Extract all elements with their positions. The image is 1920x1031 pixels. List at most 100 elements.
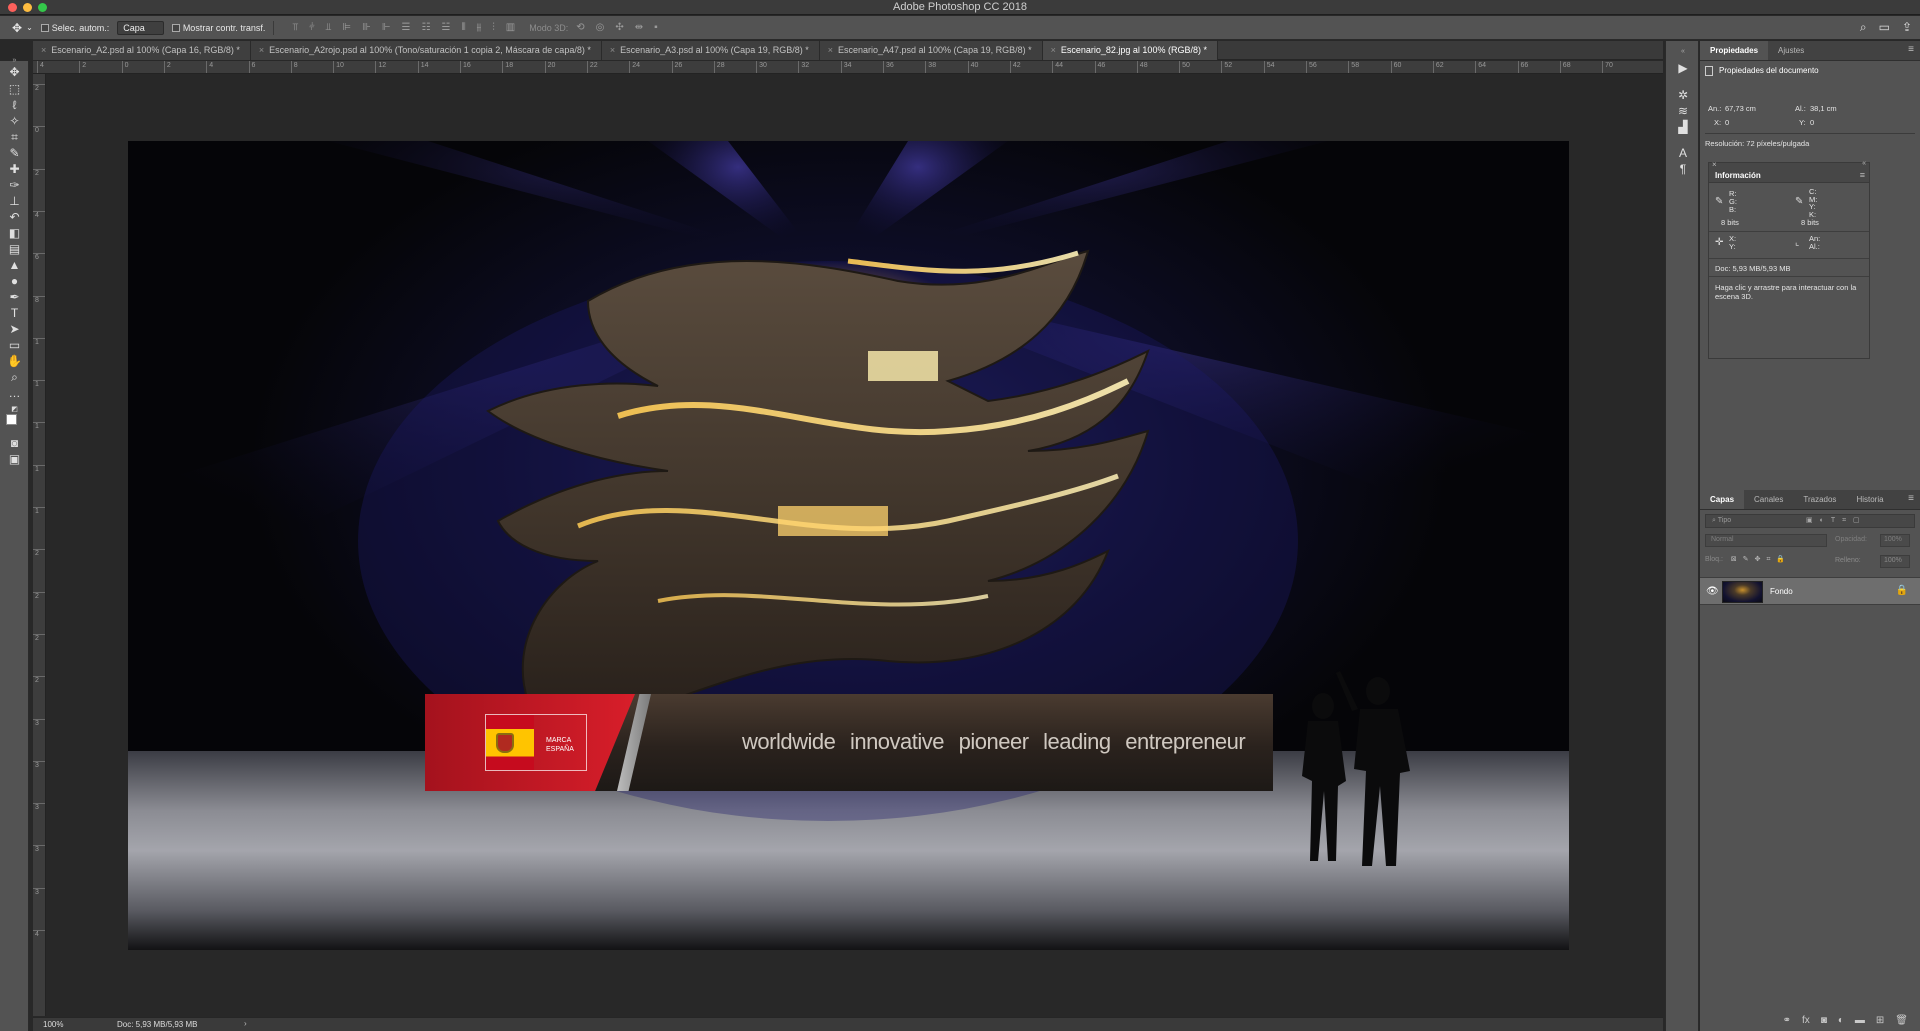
tab-escenario-a2rojo[interactable]: × Escenario_A2rojo.psd al 100% (Tono/satu… (250, 41, 602, 60)
foreground-color-swatch[interactable] (6, 414, 17, 425)
more-tools-icon[interactable]: … (7, 386, 22, 401)
close-tab-icon[interactable]: × (41, 45, 46, 55)
align-vcenter-icon[interactable]: ⫩ (309, 22, 315, 33)
blur-tool-icon[interactable]: ▲ (7, 258, 22, 273)
tab-historia[interactable]: Historia (1846, 490, 1893, 509)
tab-ajustes[interactable]: Ajustes (1768, 41, 1814, 60)
distribute-top-icon[interactable]: ☰ (402, 22, 411, 33)
tab-escenario-a2[interactable]: × Escenario_A2.psd al 100% (Capa 16, RGB/… (33, 41, 251, 60)
auto-select-checkbox[interactable]: Selec. autom.: (40, 23, 109, 33)
zoom-tool-icon[interactable]: ⌕ (7, 370, 22, 385)
show-transform-checkbox[interactable]: Mostrar contr. transf. (171, 23, 265, 33)
y-value[interactable]: 0 (1810, 118, 1814, 127)
play-actions-icon[interactable]: ▶ (1675, 61, 1691, 75)
auto-select-target-dropdown[interactable]: Capa (117, 20, 164, 35)
layer-row[interactable]: 👁 Fondo 🔒 (1700, 577, 1920, 605)
roll-3d-icon[interactable]: ◎ (596, 22, 605, 33)
x-value[interactable]: 0 (1725, 118, 1729, 127)
orbit-3d-icon[interactable]: ⟲ (576, 22, 584, 33)
distribute-right-icon[interactable]: ⫶ (492, 22, 495, 33)
visibility-eye-icon[interactable]: 👁 (1706, 586, 1719, 597)
auto-align-icon[interactable]: ▥ (506, 22, 515, 33)
filter-icons[interactable]: ▣◐T⌗▢ (1806, 516, 1867, 525)
canvas-area[interactable]: MARCA ESPAÑA worldwide innovative pionee… (47, 75, 1663, 1017)
gradient-tool-icon[interactable]: ▤ (7, 242, 22, 257)
slide-3d-icon[interactable]: ⇹ (635, 22, 643, 33)
panel-menu-icon[interactable]: ≡ (1860, 170, 1865, 180)
clone-stamp-tool-icon[interactable]: ⊥ (7, 194, 22, 209)
eyedropper-tool-icon[interactable]: ✎ (7, 146, 22, 161)
close-tab-icon[interactable]: × (259, 45, 264, 55)
adjustment-layer-icon[interactable]: ◐ (1838, 1011, 1844, 1031)
panel-menu-icon[interactable]: ≡ (1908, 44, 1914, 55)
scale-3d-icon[interactable]: ▪ (654, 22, 658, 33)
info-title[interactable]: Información (1715, 171, 1761, 180)
distribute-bottom-icon[interactable]: ☱ (441, 22, 450, 33)
adjust-levels-icon[interactable]: ≋ (1675, 104, 1691, 118)
lasso-tool-icon[interactable]: ℓ (7, 98, 22, 113)
pen-tool-icon[interactable]: ✒ (7, 290, 22, 305)
blend-mode-dropdown[interactable]: Normal (1705, 534, 1827, 547)
pan-3d-icon[interactable]: ✣ (615, 22, 623, 33)
layer-filter-field[interactable]: ⌕ Tipo ▣◐T⌗▢ (1705, 514, 1915, 528)
paragraph-icon[interactable]: ¶ (1675, 162, 1691, 176)
panel-menu-icon[interactable]: ≡ (1908, 493, 1914, 504)
screen-mode-icon[interactable]: ▣ (7, 452, 22, 467)
close-tab-icon[interactable]: × (828, 45, 833, 55)
hand-tool-icon[interactable]: ✋ (7, 354, 22, 369)
lock-icon[interactable]: 🔒 (1896, 585, 1908, 596)
collapse-panel-icon[interactable]: « (1862, 160, 1866, 167)
close-panel-icon[interactable]: × (1712, 160, 1717, 169)
eyedropper-cmyk-icon[interactable]: ✎ (1795, 196, 1803, 207)
tab-propiedades[interactable]: Propiedades (1700, 41, 1769, 60)
close-tab-icon[interactable]: × (1051, 45, 1056, 55)
path-selection-tool-icon[interactable]: ➤ (7, 322, 22, 337)
height-value[interactable]: 38,1 cm (1810, 104, 1837, 113)
lock-icons[interactable]: ⊠✎✥⌗🔒 (1731, 556, 1791, 563)
distribute-left-icon[interactable]: ⫴ (461, 22, 465, 33)
eraser-tool-icon[interactable]: ◧ (7, 226, 22, 241)
rectangle-tool-icon[interactable]: ▭ (7, 338, 22, 353)
tab-capas[interactable]: Capas (1700, 490, 1745, 509)
magic-wand-tool-icon[interactable]: ✧ (7, 114, 22, 129)
width-value[interactable]: 67,73 cm (1725, 104, 1756, 113)
tab-escenario-82[interactable]: × Escenario_82.jpg al 100% (RGB/8) * (1042, 41, 1218, 60)
zoom-level[interactable]: 100% (43, 1020, 63, 1029)
link-layers-icon[interactable]: ⚭ (1783, 1011, 1791, 1031)
opacity-field[interactable]: 100% (1880, 534, 1910, 547)
move-tool-icon[interactable]: ✥ (7, 65, 22, 80)
new-group-icon[interactable]: ▬ (1855, 1011, 1865, 1031)
chevron-down-icon[interactable]: ⌄ (26, 23, 33, 32)
dodge-tool-icon[interactable]: ● (7, 274, 22, 289)
close-tab-icon[interactable]: × (610, 45, 615, 55)
layer-name[interactable]: Fondo (1770, 587, 1793, 596)
align-bottom-icon[interactable]: ⫫ (326, 22, 332, 33)
document-image[interactable]: MARCA ESPAÑA worldwide innovative pionee… (128, 141, 1569, 950)
tab-trazados[interactable]: Trazados (1793, 490, 1846, 509)
align-right-icon[interactable]: ⊩ (382, 22, 391, 33)
collapse-icons-icon[interactable]: « (1675, 45, 1691, 59)
marquee-tool-icon[interactable]: ⬚ (7, 82, 22, 97)
character-icon[interactable]: A (1675, 146, 1691, 160)
move-tool-icon[interactable]: ✥ (12, 21, 22, 35)
align-top-icon[interactable]: ⫪ (292, 22, 298, 33)
vertical-ruler[interactable]: 2 0 2 4 6 8 1 1 1 1 1 2 2 2 2 3 3 3 3 3 4 (33, 74, 46, 1016)
new-layer-icon[interactable]: ⊞ (1876, 1011, 1884, 1031)
workspace-icon[interactable]: ▭ (1879, 20, 1890, 35)
distribute-vcenter-icon[interactable]: ☷ (422, 22, 431, 33)
healing-brush-tool-icon[interactable]: ✚ (7, 162, 22, 177)
type-tool-icon[interactable]: T (7, 306, 22, 321)
tab-canales[interactable]: Canales (1744, 490, 1793, 509)
quick-mask-icon[interactable]: ◙ (7, 436, 22, 451)
brush-tool-icon[interactable]: ✑ (7, 178, 22, 193)
layer-style-icon[interactable]: fx (1802, 1011, 1810, 1031)
crop-tool-icon[interactable]: ⌗ (7, 130, 22, 145)
delete-layer-icon[interactable]: 🗑 (1895, 1011, 1908, 1031)
history-brush-tool-icon[interactable]: ↶ (7, 210, 22, 225)
search-icon[interactable]: ⌕ (1860, 20, 1867, 35)
eyedropper-rgb-icon[interactable]: ✎ (1715, 196, 1723, 207)
tab-escenario-a3[interactable]: × Escenario_A3.psd al 100% (Capa 19, RGB/… (601, 41, 820, 60)
histogram-icon[interactable]: ▟ (1675, 120, 1691, 134)
align-hcenter-icon[interactable]: ⊪ (362, 22, 371, 33)
distribute-hcenter-icon[interactable]: ⫵ (477, 22, 482, 33)
